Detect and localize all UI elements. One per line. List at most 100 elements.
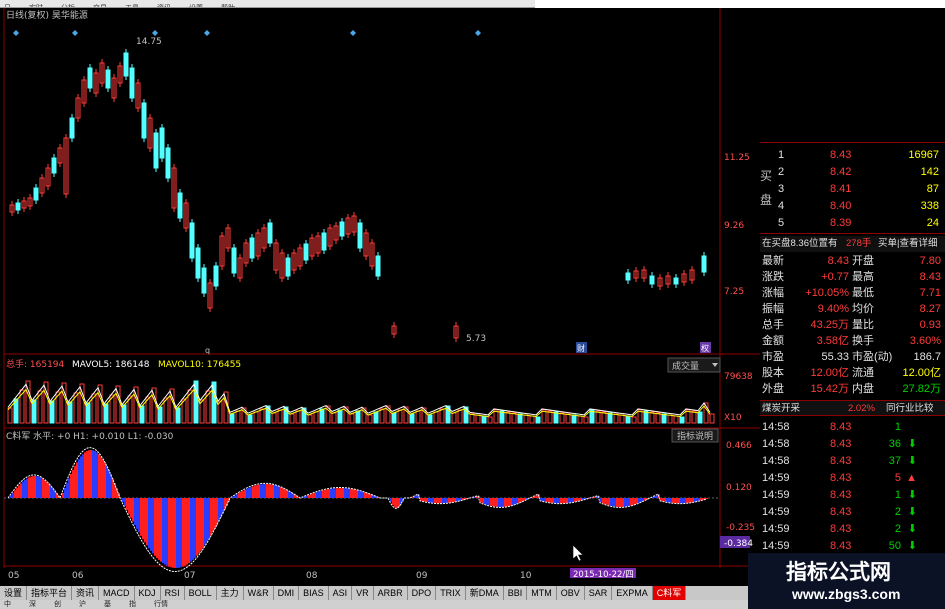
bid-row[interactable]: 1 8.43 16967 [760, 146, 945, 164]
tab-11[interactable]: ASI [329, 586, 353, 600]
indicator-bar [190, 498, 192, 562]
tab-12[interactable]: VR [352, 586, 374, 600]
tab-3[interactable]: MACD [99, 586, 135, 600]
bid-row[interactable]: 4 8.40 338 [760, 197, 945, 215]
indicator-bar [486, 498, 488, 505]
volume-bar [433, 411, 439, 424]
indicator-bar [140, 498, 142, 536]
indicator-bar [602, 498, 604, 504]
tick-row: 14:58 8.43 37 ⬇ [760, 453, 945, 470]
tab-10[interactable]: BIAS [299, 586, 329, 600]
volume-bar [415, 410, 421, 424]
bid-row[interactable]: 5 8.39 24 [760, 214, 945, 232]
ind-axis-3: -0.235 [726, 523, 755, 533]
indicator-bar [494, 498, 496, 507]
stat-label: 流通 [852, 367, 874, 379]
indicator-bar [98, 454, 100, 498]
tab-17[interactable]: BBI [504, 586, 528, 600]
indicator-bar [552, 498, 554, 503]
stat-label: 最低 [852, 287, 874, 299]
tab-5[interactable]: RSI [161, 586, 185, 600]
x-label-10: 10 [520, 571, 532, 578]
indicator-bar [498, 498, 500, 507]
tab-7[interactable]: 主力 [217, 586, 244, 600]
industry-compare-button[interactable]: 同行业比较 [886, 401, 934, 417]
rights-marker[interactable]: 权 [701, 343, 709, 353]
indicator-bar [196, 498, 198, 556]
stat-value: 43.25万 [810, 319, 849, 331]
tick-time: 14:59 [762, 489, 790, 501]
candle-body [625, 272, 631, 281]
stat-row: 涨跌 +0.77 最高 8.43 [760, 269, 945, 285]
candle-body [267, 222, 273, 244]
tab-0[interactable]: 设置 [0, 586, 28, 600]
indicator-bar [88, 450, 90, 498]
indicator-bar [632, 498, 634, 506]
indicator-bar [506, 498, 508, 507]
indicator-bar [254, 485, 256, 498]
indicator-bar [70, 474, 72, 498]
volume-bar [319, 408, 325, 424]
indicator-bar [168, 498, 170, 567]
indicator-bar [28, 477, 30, 498]
indicator-bar [344, 488, 346, 498]
indicator-bar [68, 478, 70, 498]
volume-bar [697, 411, 703, 424]
indicator-bar [326, 489, 328, 498]
indicator-bar [150, 498, 152, 551]
indicator-bar [366, 492, 368, 498]
tab-18[interactable]: MTM [527, 586, 557, 600]
tab-16[interactable]: 新DMA [466, 586, 504, 600]
tab-14[interactable]: DPO [408, 586, 437, 600]
tab-21[interactable]: EXPMA [612, 586, 653, 600]
indicator-bar [210, 498, 212, 536]
tab-2[interactable]: 资讯 [72, 586, 100, 600]
indicator-bar [392, 498, 394, 506]
stat-label: 开盘 [852, 255, 874, 267]
indicator-bar [222, 498, 224, 514]
tab-4[interactable]: KDJ [135, 586, 161, 600]
bid-row[interactable]: 2 8.42 142 [760, 163, 945, 181]
indicator-bar [560, 498, 562, 504]
watermark-url: www.zbgs3.com [792, 586, 901, 602]
tick-row: 14:58 8.43 1 [760, 419, 945, 436]
tab-20[interactable]: SAR [585, 586, 613, 600]
mavol5-line [7, 383, 711, 416]
indicator-bar [148, 498, 150, 549]
arrow-down-icon: ⬇ [907, 506, 917, 518]
indicator-bar [626, 498, 628, 507]
tab-6[interactable]: BOLL [185, 586, 217, 600]
tab-9[interactable]: DMI [274, 586, 300, 600]
industry-name[interactable]: 煤炭开采 [762, 401, 800, 417]
tab-22[interactable]: C料军 [652, 586, 687, 600]
stat-value: 7.71 [919, 287, 941, 299]
bid-volume: 24 [926, 217, 939, 229]
ind-axis-4: -0.384 [724, 539, 753, 549]
order-detail-link[interactable]: 买单|查看详细 [878, 236, 937, 252]
indicator-bar [482, 498, 484, 504]
tab-8[interactable]: W&R [244, 586, 274, 600]
indicator-bar [558, 498, 560, 504]
tab-19[interactable]: OBV [557, 586, 585, 600]
bid-level: 2 [778, 166, 785, 178]
bid-row[interactable]: 3 8.41 87 [760, 180, 945, 198]
candle-body [189, 222, 195, 259]
indicator-bar [512, 498, 514, 506]
tab-15[interactable]: TRIX [436, 586, 466, 600]
price-axis-1: 11.25 [724, 153, 750, 163]
bid-volume: 142 [920, 166, 939, 178]
marker-q: q [205, 346, 210, 355]
candle-body [195, 247, 201, 279]
indicator-bar [126, 498, 128, 510]
tick-volume: 2 [894, 523, 901, 535]
finance-marker[interactable]: 财 [577, 343, 585, 353]
indicator-bar [666, 498, 668, 503]
indicator-bar [510, 498, 512, 506]
tab-13[interactable]: ARBR [374, 586, 408, 600]
price-axis-3: 7.25 [724, 287, 744, 297]
indicator-bar [338, 488, 340, 498]
tab-1[interactable]: 指标平台 [27, 586, 73, 600]
indicator-bar [268, 484, 270, 498]
indicator-bar [244, 489, 246, 498]
indicator-bar [634, 498, 636, 505]
